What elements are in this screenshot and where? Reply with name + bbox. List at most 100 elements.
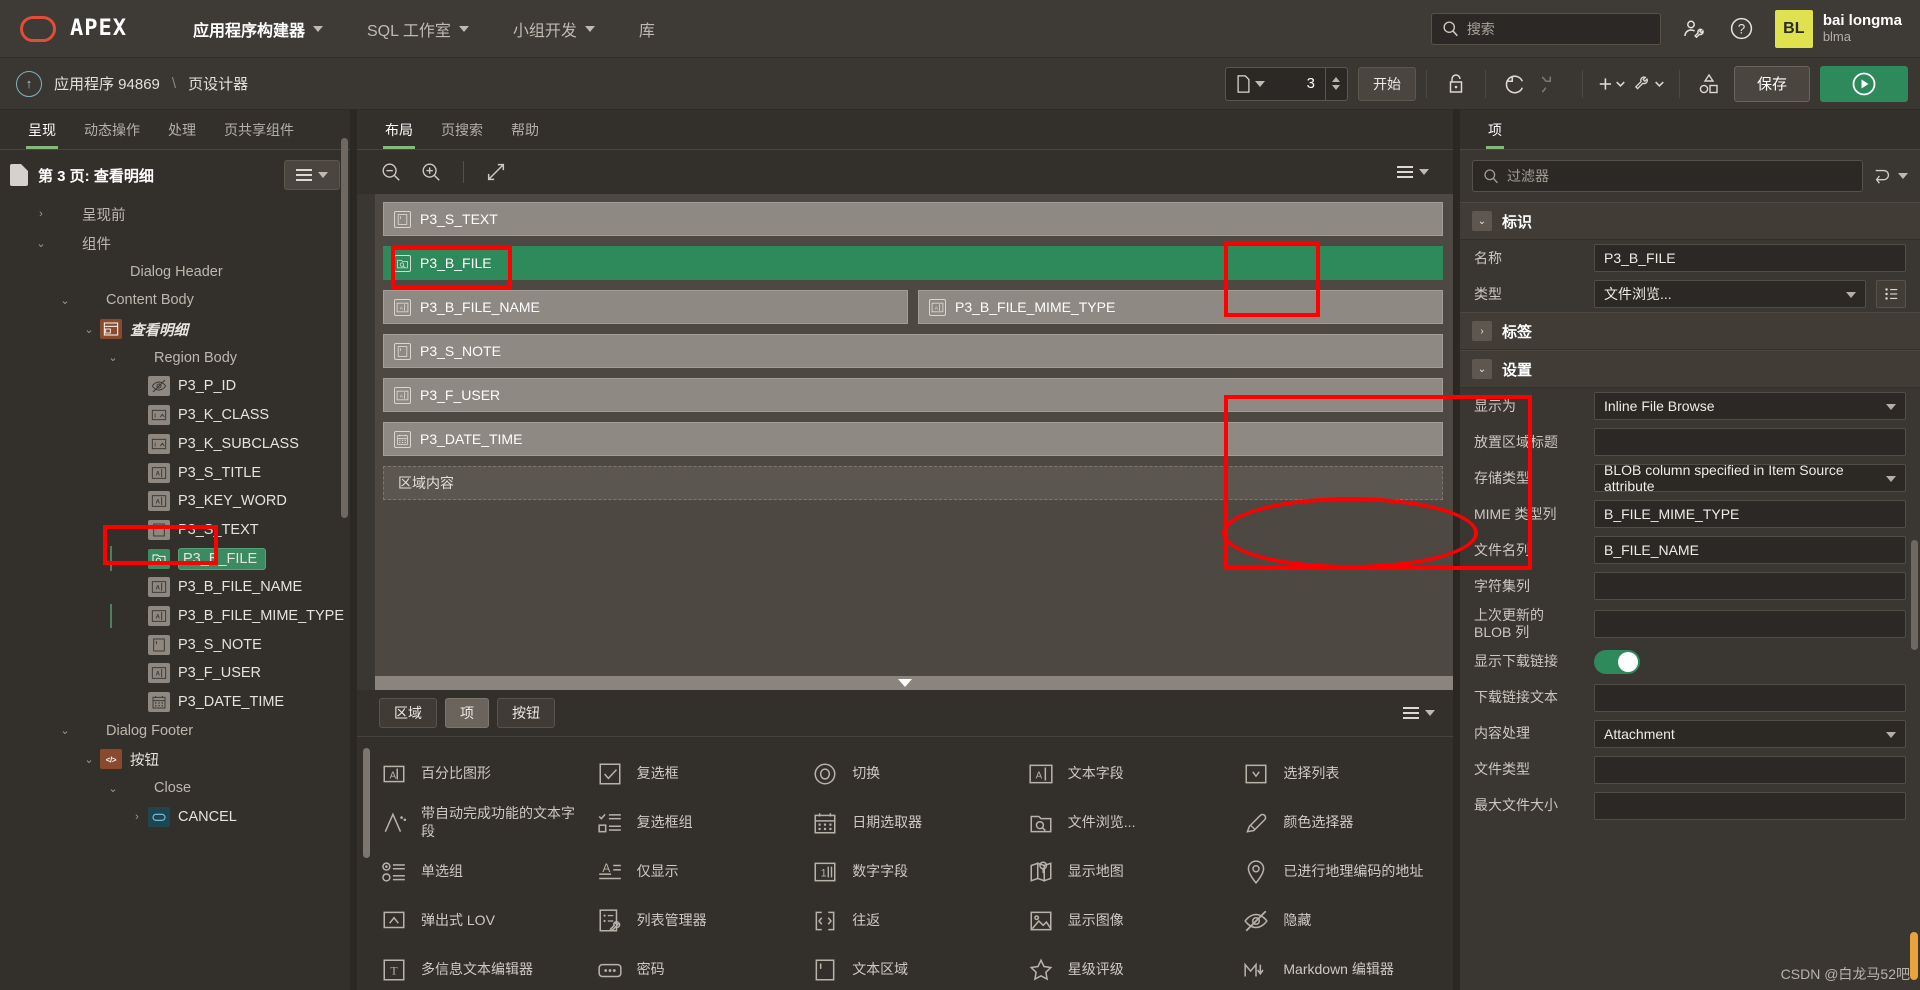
tree-scrollbar[interactable] [341, 138, 348, 518]
property-scrollbar[interactable] [1911, 540, 1918, 650]
tree-toggle-icon[interactable]: ⌄ [102, 351, 124, 364]
tree-node-content-body[interactable]: ⌄ Content Body [0, 286, 350, 315]
tree-node-[interactable]: › 呈现前 [0, 200, 350, 229]
tree-toggle-icon[interactable]: ⌄ [54, 724, 76, 737]
gallery-item-file-browse[interactable]: 文件浏览... [1026, 798, 1238, 847]
gallery-item-switch[interactable]: 切换 [810, 749, 1022, 798]
gallery-item-select-list[interactable]: 选择列表 [1241, 749, 1453, 798]
gallery-grid[interactable]: A 百分比图形 复选框 切换 A 文本字段 选择列表带自动完成功能的文本字段 复选框组 日期选取… [357, 736, 1453, 990]
tree-node-region-body[interactable]: ⌄ Region Body [0, 343, 350, 372]
user-wrench-icon[interactable] [1679, 14, 1709, 44]
gallery-item-star-rating[interactable]: 星级评级 [1026, 945, 1238, 990]
nav-item-team-development[interactable]: 小组开发 [491, 0, 617, 58]
property-section-设置[interactable]: ⌄ 设置 [1460, 350, 1920, 388]
gallery-item-popup-lov[interactable]: 弹出式 LOV [379, 896, 591, 945]
gallery-item-date-picker[interactable]: 日期选取器 [810, 798, 1022, 847]
tree-node-[interactable]: ⌄ 查看明细 [0, 315, 350, 344]
tree-node-dialog-footer[interactable]: ⌄ Dialog Footer [0, 716, 350, 745]
tree-toggle-icon[interactable]: ⌄ [78, 753, 100, 766]
chevron-right-icon[interactable]: › [1472, 321, 1492, 341]
wrench-caret-icon[interactable] [1631, 67, 1669, 101]
property-value[interactable]: P3_B_FILE [1594, 244, 1906, 272]
tree-node-p3-k-subclass[interactable]: I P3_K_SUBCLASS [0, 430, 350, 459]
plus-caret-icon[interactable] [1593, 67, 1631, 101]
property-toggle[interactable] [1594, 649, 1640, 674]
gallery-item-markdown-editor[interactable]: Markdown 编辑器 [1241, 945, 1453, 990]
property-value[interactable]: Inline File Browse [1594, 392, 1906, 420]
canvas-item-p3_b_file_mime_type[interactable]: A P3_B_FILE_MIME_TYPE [918, 290, 1443, 324]
gallery-item-list-manager[interactable]: 列表管理器 [595, 896, 807, 945]
expand-icon[interactable] [478, 156, 514, 188]
shapes-icon[interactable] [1690, 67, 1728, 101]
tree-node-close[interactable]: ⌄ Close [0, 774, 350, 803]
tree-toggle-icon[interactable]: ⌄ [102, 782, 124, 795]
page-number-stepper[interactable] [1324, 67, 1347, 100]
tab-page-search[interactable]: 页搜索 [429, 120, 495, 149]
gallery-item-autocomplete[interactable]: 带自动完成功能的文本字段 [379, 798, 591, 847]
gallery-item-rich-text-editor[interactable]: T 多信息文本编辑器 [379, 945, 591, 990]
gallery-item-checkbox-group[interactable]: 复选框组 [595, 798, 807, 847]
property-filter-input[interactable]: 过滤器 [1472, 160, 1863, 192]
canvas-item-p3_f_user[interactable]: A P3_F_USER [383, 378, 1443, 412]
tree-node-p3-p-id[interactable]: P3_P_ID [0, 372, 350, 401]
breadcrumb-page-designer[interactable]: 页设计器 [188, 73, 248, 94]
tab-rendering[interactable]: 呈现 [16, 120, 68, 149]
gallery-item-checkbox[interactable]: 复选框 [595, 749, 807, 798]
canvas-item-p3_s_note[interactable]: P3_S_NOTE [383, 334, 1443, 368]
tree-node-dialog-header[interactable]: Dialog Header [0, 257, 350, 286]
stepper-up-icon[interactable] [1332, 77, 1341, 82]
lock-icon[interactable] [1437, 67, 1475, 101]
canvas-item-p3_b_file_name[interactable]: A P3_B_FILE_NAME [383, 290, 908, 324]
gallery-item-geocoded-address[interactable]: 已进行地理编码的地址 [1241, 847, 1453, 896]
property-value[interactable]: 文件浏览... [1594, 280, 1866, 308]
user-menu[interactable]: BL bai longma blma [1774, 9, 1902, 48]
component-tree[interactable]: › 呈现前 ⌄ 组件 Dialog Header ⌄ Content Body ⌄ 查看明细 ⌄ R… [0, 200, 350, 990]
chevron-down-icon[interactable]: ⌄ [1472, 359, 1492, 379]
tree-toggle-icon[interactable]: ⌄ [78, 323, 100, 336]
property-value[interactable] [1594, 755, 1906, 784]
property-value[interactable] [1594, 572, 1906, 600]
tree-node-p3-date-time[interactable]: P3_DATE_TIME [0, 688, 350, 717]
tree-node-p3-s-note[interactable]: P3_S_NOTE [0, 630, 350, 659]
breadcrumb-application[interactable]: 应用程序 94869 [54, 73, 160, 94]
gallery-item-textarea[interactable]: 文本区域 [810, 945, 1022, 990]
tab-help[interactable]: 帮助 [499, 120, 551, 149]
zoom-in-icon[interactable] [413, 156, 449, 188]
canvas-item-p3_s_text[interactable]: P3_S_TEXT [383, 202, 1443, 236]
chevron-down-icon[interactable]: ⌄ [1472, 211, 1492, 231]
save-button[interactable]: 保存 [1733, 65, 1810, 102]
undo-icon[interactable] [1496, 67, 1534, 101]
tab-page-shared-components[interactable]: 页共享组件 [212, 120, 306, 149]
tree-node-cancel[interactable]: › CANCEL [0, 802, 350, 831]
nav-item-sql-workshop[interactable]: SQL 工作室 [345, 0, 491, 58]
gallery-item-percent-graph[interactable]: A 百分比图形 [379, 749, 591, 798]
tree-node-[interactable]: ⌄ </> 按钮 [0, 745, 350, 774]
tab-processing[interactable]: 处理 [156, 120, 208, 149]
tree-node-[interactable]: ⌄ 组件 [0, 229, 350, 258]
gallery-item-display-image[interactable]: 显示图像 [1026, 896, 1238, 945]
expand-collapse-all-button[interactable] [1873, 167, 1908, 185]
property-value[interactable]: BLOB column specified in Item Source att… [1594, 462, 1906, 494]
gallery-item-password[interactable]: 密码 [595, 945, 807, 990]
tab-layout[interactable]: 布局 [373, 120, 425, 149]
start-button[interactable]: 开始 [1357, 66, 1416, 101]
property-value[interactable] [1594, 609, 1906, 638]
tree-node-p3-b-file-mime-type[interactable]: A P3_B_FILE_MIME_TYPE [0, 602, 350, 631]
tree-node-p3-s-title[interactable]: A P3_S_TITLE [0, 458, 350, 487]
tree-node-p3-b-file-name[interactable]: A P3_B_FILE_NAME [0, 573, 350, 602]
tree-node-p3-s-text[interactable]: P3_S_TEXT [0, 516, 350, 545]
help-icon[interactable]: ? [1727, 14, 1757, 44]
gallery-tab-buttons[interactable]: 按钮 [497, 698, 555, 728]
tab-item-properties[interactable]: 项 [1476, 120, 1514, 149]
gallery-item-display-map[interactable]: 显示地图 [1026, 847, 1238, 896]
property-value[interactable] [1594, 428, 1906, 456]
canvas-item-p3_date_time[interactable]: P3_DATE_TIME [383, 422, 1443, 456]
canvas-collapse-handle[interactable] [357, 676, 1453, 690]
property-value[interactable]: B_FILE_NAME [1594, 536, 1906, 564]
property-value[interactable] [1594, 791, 1906, 820]
run-button[interactable] [1820, 65, 1908, 102]
gallery-item-radio-group[interactable]: 单选组 [379, 847, 591, 896]
gallery-tab-regions[interactable]: 区域 [379, 698, 437, 728]
page-selector[interactable]: 3 [1224, 66, 1348, 101]
gallery-item-text-field[interactable]: A 文本字段 [1026, 749, 1238, 798]
